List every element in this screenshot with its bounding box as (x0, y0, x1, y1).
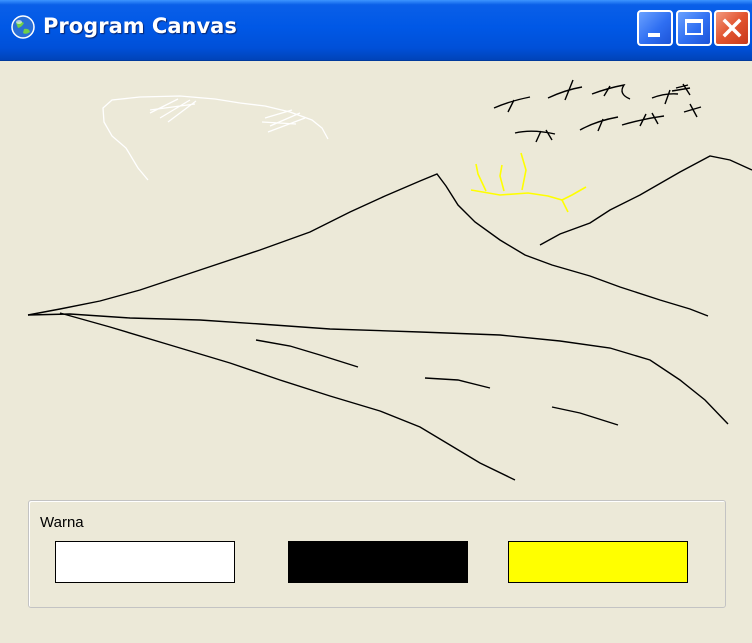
color-swatch-yellow[interactable] (508, 541, 688, 583)
cloud-sketch (102, 95, 329, 181)
color-swatch-black[interactable] (288, 541, 468, 583)
minimize-button[interactable] (637, 10, 673, 46)
birds-sketch (493, 79, 702, 143)
palette-label: Warna (40, 514, 84, 531)
close-button[interactable] (714, 10, 750, 46)
maximize-icon (685, 19, 703, 35)
close-icon (722, 18, 742, 38)
sun-sketch (470, 152, 587, 213)
maximize-button[interactable] (676, 10, 712, 46)
title-bar[interactable]: Program Canvas (0, 0, 752, 61)
minimize-icon (648, 33, 660, 37)
river-sketch (27, 312, 729, 481)
window-title: Program Canvas (43, 14, 237, 38)
globe-icon (11, 15, 35, 39)
color-swatch-white[interactable] (55, 541, 235, 583)
mountains-sketch (27, 155, 752, 317)
